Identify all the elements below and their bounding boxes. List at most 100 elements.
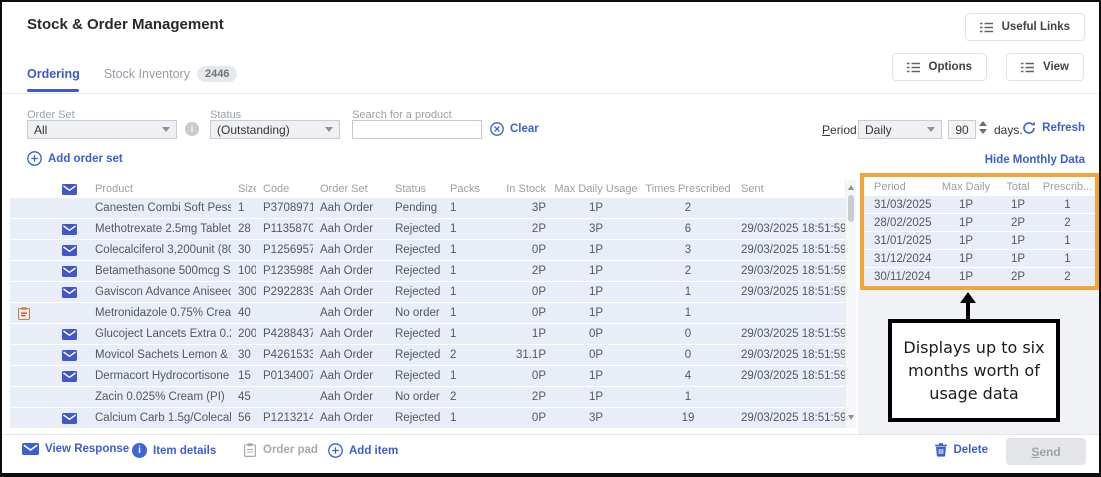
cell-sent: 29/03/2025 18:51:59 [734,244,845,256]
cell-sent: 29/03/2025 18:51:59 [734,370,845,382]
cell-code: P0134007 [256,370,313,382]
cell-product: Methotrexate 2.5mg Tablets [88,223,231,235]
search-input[interactable] [352,120,482,139]
status-select[interactable]: (Outstanding) [210,120,340,139]
useful-links-button[interactable]: Useful Links [965,13,1085,41]
spinner-up-icon[interactable] [979,121,987,126]
view-button[interactable]: View [1006,53,1084,81]
table-row[interactable]: Metronidazole 0.75% Cream 40 Aah Order N… [10,303,845,323]
view-response-button[interactable]: View Response [22,443,129,455]
cell-in-stock: 2P [488,265,550,277]
days-spinner[interactable] [979,121,987,134]
column-header-max-daily-usage: Max Daily Usage [550,183,642,195]
clear-button[interactable]: Clear [490,122,539,136]
send-button[interactable]: Send [1006,438,1086,465]
envelope-icon [62,245,77,256]
usage-table-row[interactable]: 30/11/2024 1P 2P 2 [864,268,1095,285]
divider [2,93,1099,94]
cell-order-set: Aah Order [313,244,388,256]
tab-ordering[interactable]: Ordering [27,67,80,81]
add-item-button[interactable]: Add item [328,443,398,458]
options-button[interactable]: Options [892,53,987,81]
vertical-scrollbar[interactable] [845,180,856,428]
table-row[interactable]: Dermacort Hydrocortisone ... 15 P0134007… [10,366,845,386]
delete-button[interactable]: Delete [935,443,988,457]
cell-code: P4288437 [256,328,313,340]
cell-packs: 1 [443,244,488,256]
cell-order-set: Aah Order [313,223,388,235]
table-row[interactable]: Colecalciferol 3,200unit (80... 30 P1256… [10,240,845,260]
usage-column-prescribed: Prescrib... [1040,181,1095,193]
scrollbar-down-icon[interactable] [848,415,854,420]
status-value: (Outstanding) [217,123,290,137]
cell-code: P1135870 [256,223,313,235]
tab-stock-inventory[interactable]: Stock Inventory 2446 [104,66,238,82]
cell-times-prescribed: 6 [642,223,734,235]
cell-in-stock: 0P [488,412,550,424]
active-tab-indicator [27,89,79,92]
refresh-button[interactable]: Refresh [1022,121,1085,135]
cell-prescribed: 1 [1040,253,1095,265]
table-row[interactable]: Movicol Sachets Lemon & ... 30 P4261533 … [10,345,845,365]
order-pad-label: Order pad [263,444,318,456]
view-response-label: View Response [45,443,129,455]
column-header-in-stock: In Stock [488,183,550,195]
cell-packs: 1 [443,412,488,424]
cell-size: 200 [231,328,256,340]
usage-table-row[interactable]: 31/03/2025 1P 1P 1 [864,196,1095,213]
cell-product: Zacin 0.025% Cream (PI) [88,391,231,403]
envelope-icon [62,266,77,277]
envelope-icon [62,184,88,195]
days-stepper[interactable]: 90 [948,120,976,139]
cell-order-set: Aah Order [313,328,388,340]
cell-total: 2P [996,217,1040,229]
cell-sent: 29/03/2025 18:51:59 [734,412,845,424]
item-details-button[interactable]: i Item details [132,443,216,458]
cell-times-prescribed: 4 [642,370,734,382]
cell-packs: 2 [443,391,488,403]
hide-monthly-data-link[interactable]: Hide Monthly Data [985,154,1085,166]
cell-total: 1P [996,199,1040,211]
cell-product: Metronidazole 0.75% Cream [88,307,231,319]
annotation-line: Displays up to six [903,336,1044,359]
column-header-order-set: Order Set [313,183,388,195]
order-pad-flag-icon [18,307,30,320]
usage-table-row[interactable]: 31/12/2024 1P 1P 1 [864,250,1095,267]
info-icon[interactable]: i [185,122,199,136]
delete-label: Delete [953,444,988,456]
table-row[interactable]: Gaviscon Advance Aniseed... 300 P2922839… [10,282,845,302]
table-row[interactable]: Glucoject Lancets Extra 0.2... 200 P4288… [10,324,845,344]
usage-table-row[interactable]: 31/01/2025 1P 1P 1 [864,232,1095,249]
usage-column-max-daily: Max Daily [936,181,996,193]
tab-bar: Ordering Stock Inventory 2446 [27,66,237,82]
table-row[interactable]: Calcium Carb 1.5g/Colecal ... 56 P121321… [10,408,845,428]
order-set-select[interactable]: All [27,120,177,139]
table-row[interactable]: Methotrexate 2.5mg Tablets 28 P1135870 A… [10,219,845,239]
scrollbar-up-icon[interactable] [848,185,854,190]
table-row[interactable]: Betamethasone 500mcg So... 100 P1235985 … [10,261,845,281]
order-pad-button[interactable]: Order pad [244,443,318,457]
spinner-down-icon[interactable] [979,129,987,134]
page-title: Stock & Order Management [27,16,224,33]
cell-packs: 1 [443,328,488,340]
table-row[interactable]: Canesten Combi Soft Pess/... 1 P3708971 … [10,198,845,218]
cell-prescribed: 1 [1040,199,1095,211]
cell-size: 1 [231,202,256,214]
table-row[interactable]: Zacin 0.025% Cream (PI) 45 Aah Order No … [10,387,845,407]
period-select[interactable]: Daily [858,120,942,139]
usage-column-period: Period [864,181,936,193]
stock-order-management-window: Stock & Order Management Useful Links Op… [0,0,1101,477]
annotation-line: usage data [929,382,1018,405]
envelope-icon [62,371,77,382]
usage-table-row[interactable]: 28/02/2025 1P 2P 2 [864,214,1095,231]
cell-sent: 29/03/2025 18:51:59 [734,328,845,340]
cell-packs: 1 [443,202,488,214]
cell-sent: 29/03/2025 18:51:59 [734,223,845,235]
usage-data-highlight-box: Period Max Daily Total Prescrib... 31/03… [860,173,1099,290]
scrollbar-thumb[interactable] [848,195,854,222]
cell-status: Rejected [388,349,443,361]
usage-column-total: Total [996,181,1040,193]
cell-packs: 1 [443,286,488,298]
cell-code: P1235985 [256,265,313,277]
add-order-set-button[interactable]: Add order set [27,151,123,166]
